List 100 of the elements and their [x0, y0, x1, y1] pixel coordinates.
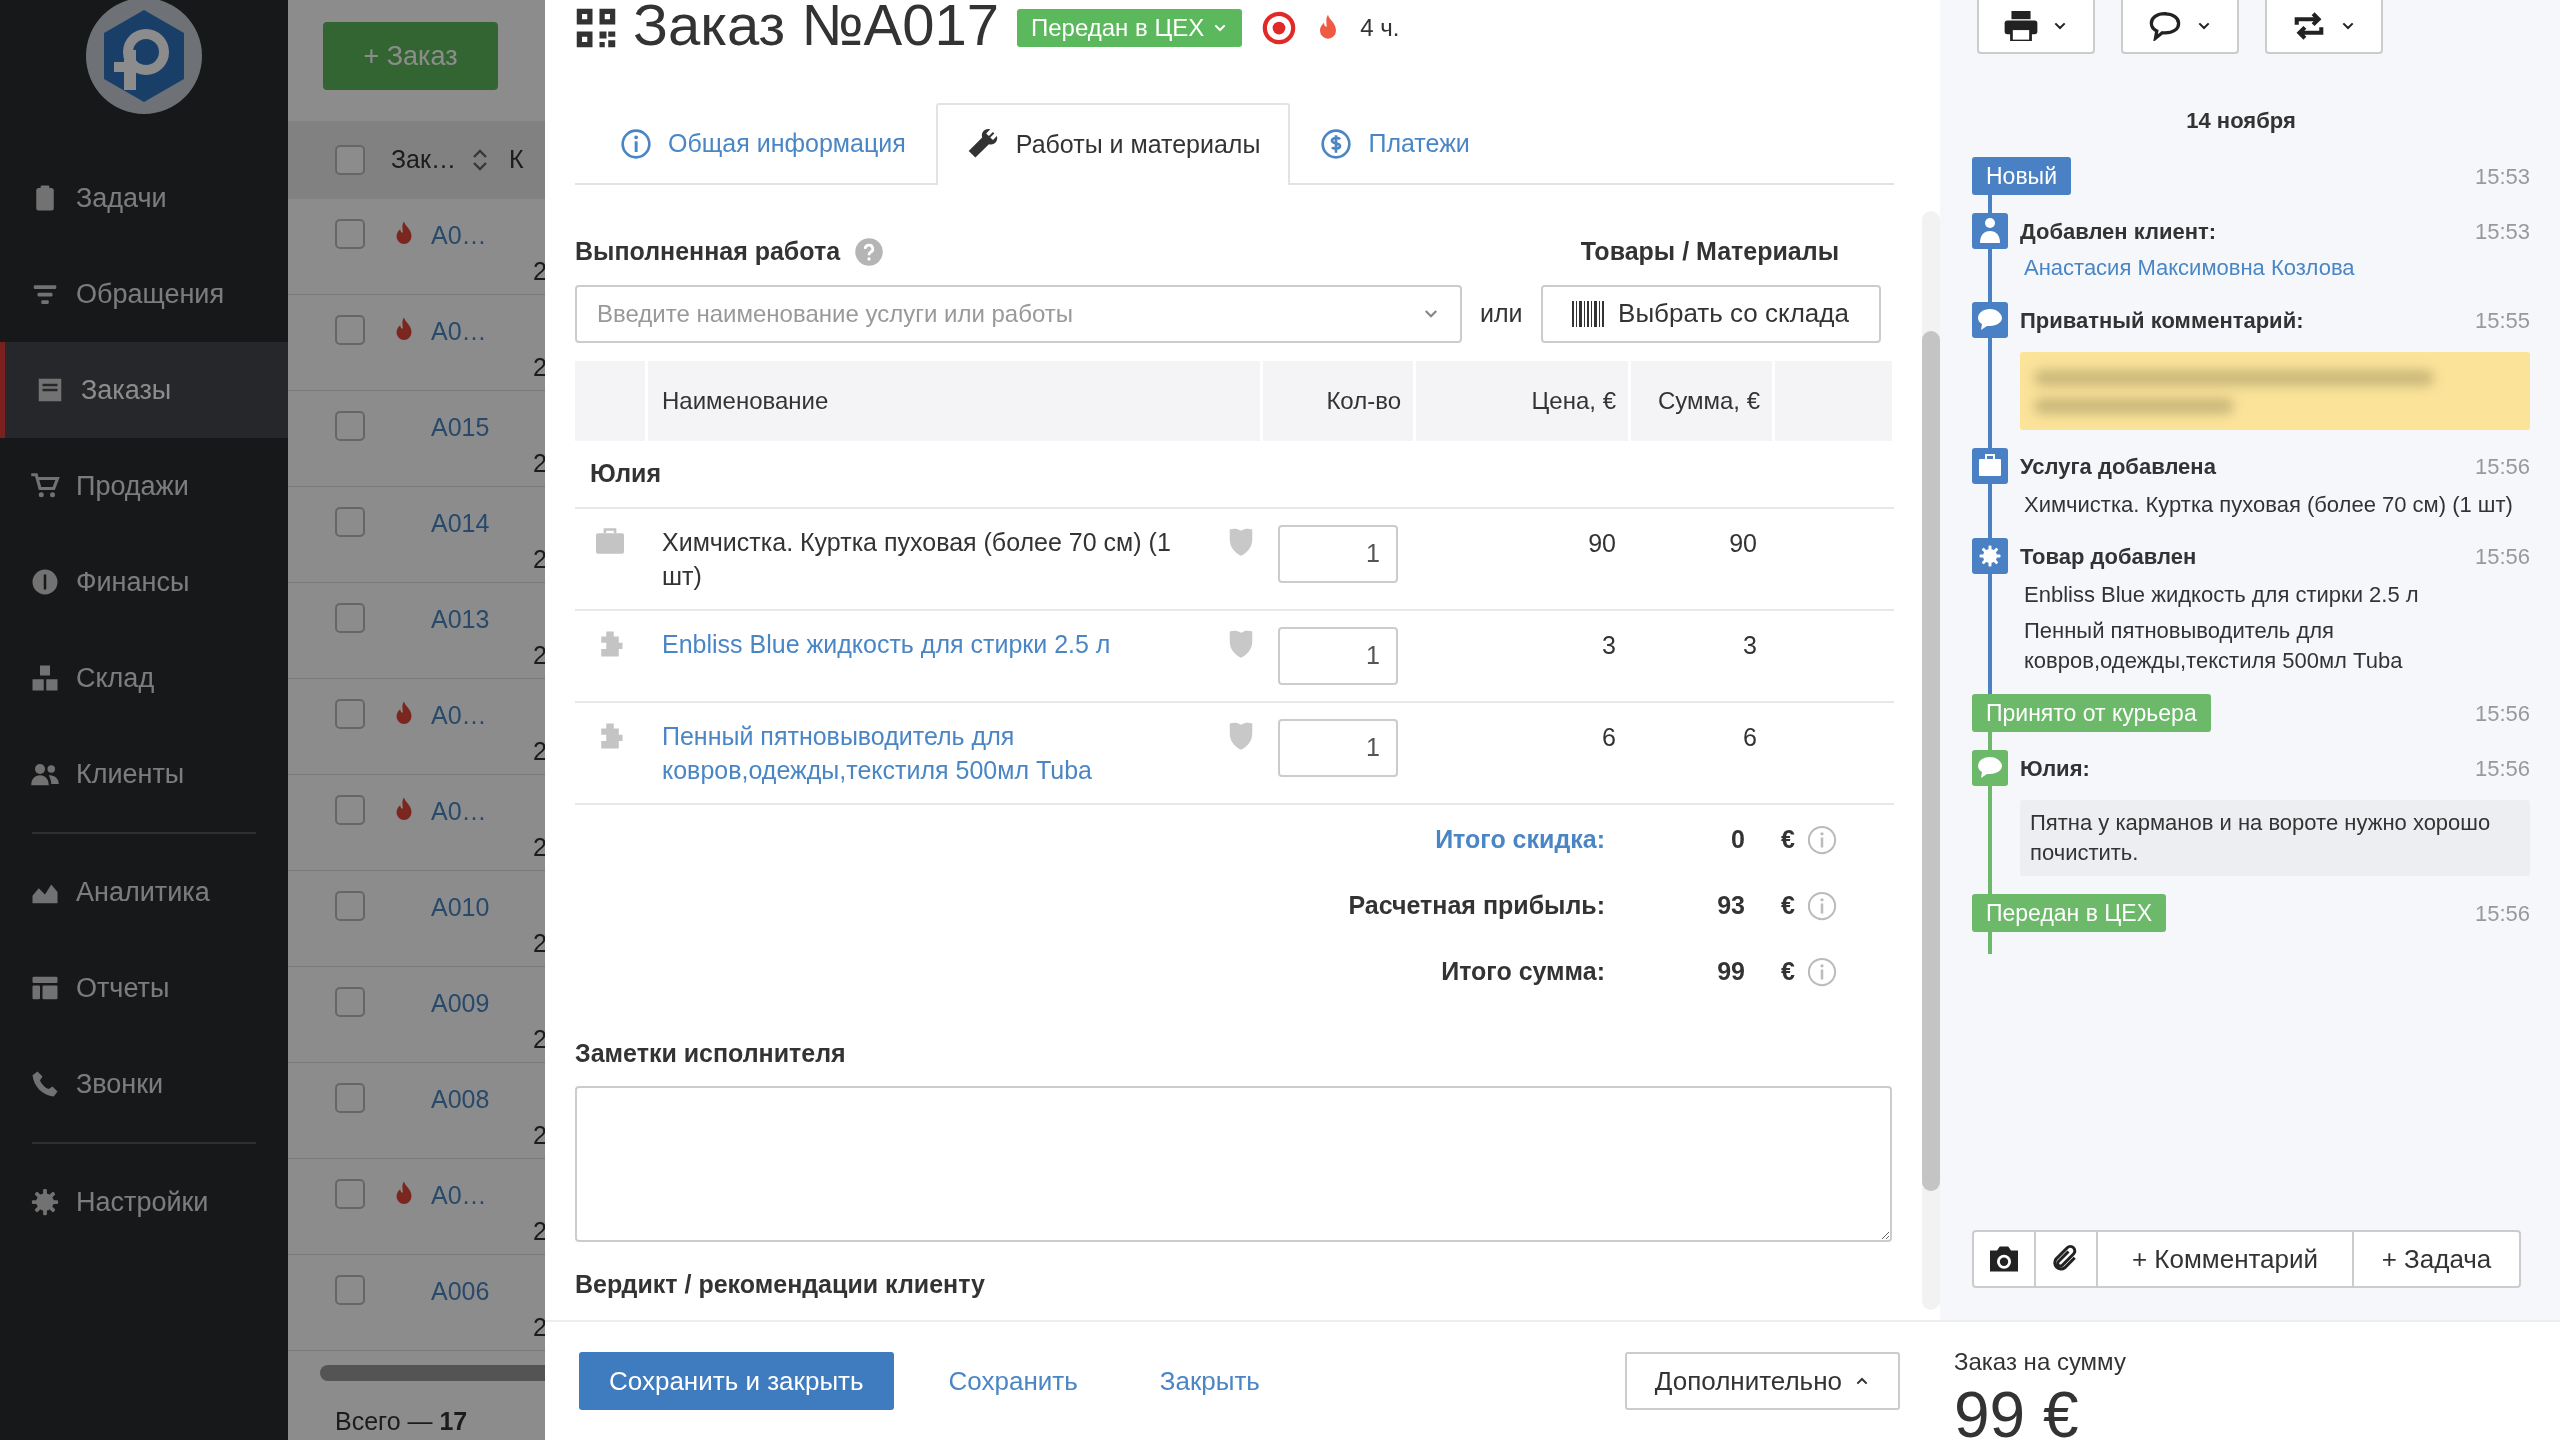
sidebar-item[interactable]: Клиенты	[0, 726, 288, 822]
shield-icon	[1228, 526, 1254, 557]
checkbox[interactable]	[335, 698, 365, 729]
summary-label: Заказ на сумму	[1954, 1347, 2127, 1377]
product-link[interactable]: Enbliss Blue жидкость для стирки 2.5 л	[662, 626, 1182, 685]
event-time: 15:53	[2474, 162, 2530, 191]
order-link[interactable]: A015	[431, 408, 490, 447]
checkbox[interactable]	[335, 314, 365, 345]
notes-field[interactable]	[575, 1086, 1892, 1242]
checkbox[interactable]	[335, 1178, 365, 1209]
total-value: 93	[1716, 889, 1746, 921]
currency-text: €	[1781, 955, 1795, 987]
column-header: Сумма, €	[1631, 360, 1772, 441]
total-value: 0	[1730, 823, 1746, 855]
event-detail: Химчистка. Куртка пуховая (более 70 см) (1 шт)	[2024, 491, 2514, 519]
sidebar-item[interactable]: Финансы	[0, 534, 288, 630]
stock-button[interactable]: Выбрать со склада	[1540, 284, 1881, 343]
currency-text: €	[1781, 889, 1795, 921]
order-link[interactable]: A0…	[431, 312, 487, 351]
total-label: Итого сумма:	[1440, 955, 1606, 987]
toolbar-dropdown[interactable]	[1977, 0, 2095, 54]
total-value: 99	[1716, 955, 1746, 987]
checkbox[interactable]	[335, 794, 365, 825]
sidebar-item[interactable]: Продажи	[0, 438, 288, 534]
info-icon	[1806, 956, 1837, 987]
save-link[interactable]: Сохранить	[948, 1361, 1078, 1401]
logo-icon[interactable]	[84, 0, 204, 116]
sidebar-item[interactable]: Отчеты	[0, 940, 288, 1036]
scrollbar[interactable]	[320, 1364, 545, 1381]
table-cell-text: 2	[533, 351, 545, 383]
quantity-field[interactable]: 1	[1278, 524, 1398, 583]
product-link[interactable]: Пенный пятновыводитель для ковров,одежды,текстиля 500мл Tuba	[662, 718, 1182, 787]
search-input[interactable]: Введите наименование услуги или работы	[597, 295, 1422, 332]
summary-amount: 99 €	[1954, 1380, 2080, 1440]
order-link[interactable]: A008	[431, 1080, 490, 1119]
tab[interactable]: Общая информация	[590, 103, 936, 185]
checkbox[interactable]	[335, 410, 365, 441]
column-header[interactable]: Зак…	[391, 141, 461, 179]
sidebar-item[interactable]: Склад	[0, 630, 288, 726]
tab[interactable]: Работы и материалы	[935, 103, 1291, 185]
status-badge: Передан в ЦЕХ	[1972, 894, 2166, 932]
add-task-button[interactable]: + Задача	[2354, 1232, 2519, 1286]
sidebar-item[interactable]: Аналитика	[0, 844, 288, 940]
order-link[interactable]: A0…	[431, 792, 487, 831]
order-link[interactable]: A0…	[431, 696, 487, 735]
order-link[interactable]: A010	[431, 888, 490, 927]
checkbox[interactable]	[335, 602, 365, 633]
quantity-field[interactable]: 1	[1278, 626, 1398, 685]
tab[interactable]: Платежи	[1290, 103, 1500, 185]
table-cell-text: 90	[1587, 527, 1617, 559]
order-link[interactable]: A009	[431, 984, 490, 1023]
gear-icon	[30, 1187, 60, 1217]
dollar-circle-icon	[1320, 128, 1353, 160]
table-cell-text: 2	[533, 543, 545, 575]
discount-link[interactable]: Итого скидка:	[575, 820, 1617, 859]
sidebar-item[interactable]: Настройки	[0, 1154, 288, 1250]
column-header: Цена, €	[1416, 360, 1628, 441]
order-link[interactable]: A014	[431, 504, 490, 543]
status-dropdown[interactable]: Передан в ЦЕХ	[1016, 9, 1243, 47]
info-icon	[1806, 890, 1837, 921]
qr-code-icon	[575, 7, 617, 49]
more-dropdown[interactable]: Дополнительно	[1624, 1352, 1900, 1410]
event-time: 15:56	[2474, 542, 2530, 571]
client-link[interactable]: Анастасия Максимовна Козлова	[2024, 251, 2530, 284]
checkbox[interactable]	[335, 1082, 365, 1113]
table-cell-text: 2	[533, 1119, 545, 1151]
currency-text: €	[1781, 823, 1795, 855]
or-text: или	[1480, 297, 1523, 329]
sidebar-item[interactable]: Обращения	[0, 246, 288, 342]
sidebar-item[interactable]: Задачи	[0, 150, 288, 246]
order-link[interactable]: A0…	[431, 216, 487, 255]
column-header: Наименование	[648, 360, 1260, 441]
close-link[interactable]: Закрыть	[1159, 1361, 1260, 1401]
checkbox[interactable]	[335, 218, 365, 249]
add-comment-button[interactable]: + Комментарий	[2098, 1232, 2354, 1286]
toolbar-dropdown[interactable]	[2265, 0, 2383, 54]
status-badge: Принято от курьера	[1972, 694, 2211, 732]
table-cell-text: 2	[533, 1023, 545, 1055]
speech-bubble-icon	[2148, 11, 2182, 41]
sidebar-item[interactable]: Заказы	[0, 342, 288, 438]
order-link[interactable]: A013	[431, 600, 490, 639]
sidebar-item[interactable]: Звонки	[0, 1036, 288, 1132]
service-select[interactable]: Введите наименование услуги или работы	[575, 284, 1462, 343]
quantity-field[interactable]: 1	[1278, 718, 1398, 777]
column-header[interactable]: К	[509, 141, 524, 179]
order-link[interactable]: A0…	[431, 1176, 487, 1215]
table-cell-text: 90	[1728, 527, 1758, 559]
checkbox[interactable]	[335, 986, 365, 1017]
checkbox[interactable]	[335, 506, 365, 537]
event-time: 15:53	[2474, 217, 2530, 246]
order-link[interactable]: A006	[431, 1272, 490, 1311]
event-detail: Enbliss Blue жидкость для стирки 2.5 л	[2024, 581, 2420, 609]
toolbar-dropdown[interactable]	[2121, 0, 2239, 54]
event-title: Товар добавлен	[2020, 542, 2197, 571]
scrollbar-thumb[interactable]	[1922, 331, 1940, 1191]
save-close-button[interactable]: Сохранить и закрыть	[579, 1352, 894, 1410]
checkbox[interactable]	[335, 890, 365, 921]
checkbox[interactable]	[335, 1274, 365, 1305]
section-label: Товары / Материалы	[1580, 236, 1839, 267]
checkbox[interactable]	[335, 144, 365, 175]
